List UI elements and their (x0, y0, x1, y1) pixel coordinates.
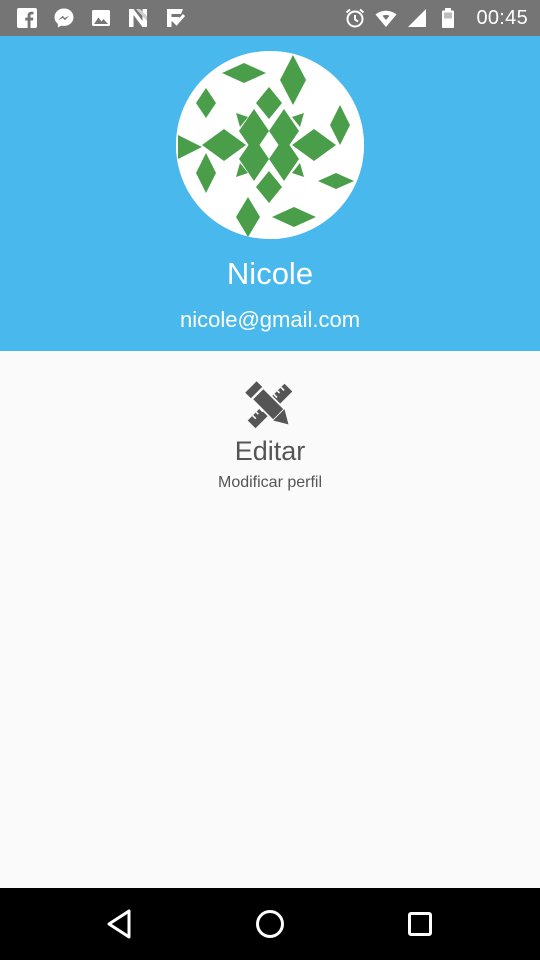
home-icon (256, 910, 284, 938)
identicon-avatar (176, 51, 364, 239)
system-icons: 00:45 (344, 7, 528, 30)
n-app-icon (127, 7, 149, 29)
edit-profile-button[interactable]: Editar Modificar perfil (170, 372, 370, 502)
edit-subtitle: Modificar perfil (217, 474, 323, 491)
recents-icon (408, 912, 432, 936)
edit-title: Editar (234, 436, 306, 466)
navigation-bar (0, 888, 540, 960)
notification-icons (16, 7, 186, 29)
home-button[interactable] (250, 904, 290, 944)
profile-name: Nicole (226, 256, 314, 291)
checkmark-app-icon (164, 7, 186, 29)
alarm-icon (344, 7, 366, 29)
signal-icon (406, 7, 428, 29)
pencil-ruler-icon (244, 380, 296, 432)
recents-button[interactable] (400, 904, 440, 944)
back-icon (107, 909, 131, 939)
back-button[interactable] (100, 904, 140, 944)
facebook-icon (16, 7, 38, 29)
profile-header: Nicole nicole@gmail.com (0, 36, 540, 351)
profile-email: nicole@gmail.com (179, 307, 361, 332)
avatar[interactable] (176, 51, 364, 239)
wifi-icon (375, 7, 397, 29)
battery-icon (437, 7, 459, 29)
clock: 00:45 (476, 6, 528, 29)
messenger-icon (53, 7, 75, 29)
gallery-icon (90, 7, 112, 29)
status-bar: 00:45 (0, 0, 540, 36)
